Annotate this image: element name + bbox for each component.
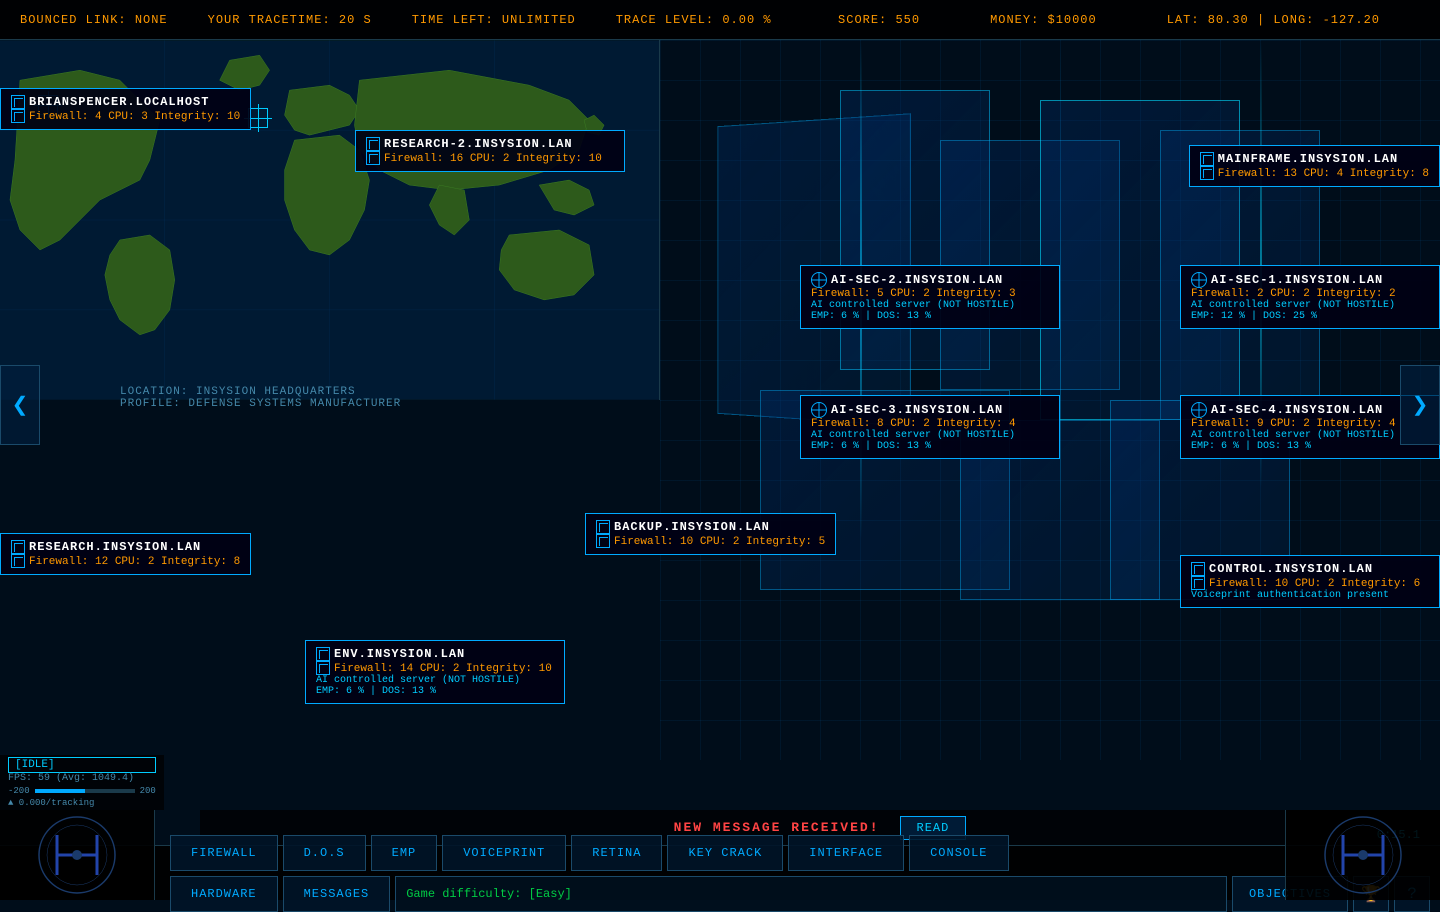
emp-button[interactable]: EMP	[371, 835, 438, 871]
node-control[interactable]: CONTROL.INSYSION.LAN Firewall: 10 CPU: 2…	[1180, 555, 1440, 608]
node-brianspencer[interactable]: BRIANSPENCER.LOCALHOST Firewall: 4 CPU: …	[0, 88, 251, 130]
node-aisec2[interactable]: AI-SEC-2.INSYSION.LAN Firewall: 5 CPU: 2…	[800, 265, 1060, 329]
node-mainframe[interactable]: MAINFRAME.INSYSION.LAN Firewall: 13 CPU:…	[1189, 145, 1440, 187]
fps-display: [IDLE] FPS: 59 (Avg: 1049.4) -200 200 ▲ …	[0, 755, 164, 810]
coordinates: Lat: 80.30 | Long: -127.20	[1167, 13, 1380, 27]
node-aisec1[interactable]: AI-SEC-1.INSYSION.LAN Firewall: 2 CPU: 2…	[1180, 265, 1440, 329]
game-difficulty-text: Game difficulty: [Easy]	[406, 887, 572, 901]
console-button[interactable]: CONSOLE	[909, 835, 1008, 871]
new-message-text: New message received!	[674, 820, 880, 835]
key-crack-button[interactable]: KEY CRACK	[667, 835, 783, 871]
firewall-button[interactable]: FIREWALL	[170, 835, 278, 871]
time-left: Time Left: Unlimited	[412, 13, 576, 27]
node-research[interactable]: RESEARCH.INSYSION.LAN Firewall: 12 CPU: …	[0, 533, 251, 575]
toolbar: FIREWALL D.O.S EMP VOICEPRINT RETINA KEY…	[0, 845, 1440, 900]
node-aisec3[interactable]: AI-SEC-3.INSYSION.LAN Firewall: 8 CPU: 2…	[800, 395, 1060, 459]
left-logo	[0, 810, 155, 900]
messages-button[interactable]: MESSAGES	[283, 876, 391, 912]
nav-left-arrow[interactable]: ❮	[0, 365, 40, 445]
trace-level: Trace Level: 0.00 %	[616, 13, 772, 27]
right-logo	[1285, 810, 1440, 900]
game-difficulty-display: Game difficulty: [Easy]	[395, 876, 1227, 912]
node-env[interactable]: ENV.INSYSION.LAN Firewall: 14 CPU: 2 Int…	[305, 640, 565, 704]
voiceprint-button[interactable]: VOICEPRINT	[442, 835, 566, 871]
main-area: ❮ ❯ BRIANSPENCER.LOCALHOST Firewall: 4 C…	[0, 40, 1440, 770]
hardware-button[interactable]: HARDWARE	[170, 876, 278, 912]
location-info: Location: Insysion Headquarters Profile:…	[120, 386, 401, 410]
top-hud: Bounced Link: None Your Tracetime: 20 s …	[0, 0, 1440, 40]
bounced-link: Bounced Link: None	[20, 13, 168, 27]
score: Score: 550	[838, 13, 920, 27]
interface-button[interactable]: INTERFACE	[788, 835, 904, 871]
nav-right-arrow[interactable]: ❯	[1400, 365, 1440, 445]
tracetime: Your Tracetime: 20 s	[208, 13, 372, 27]
node-research2[interactable]: RESEARCH-2.INSYSION.LAN Firewall: 16 CPU…	[355, 130, 625, 172]
retina-button[interactable]: RETINA	[571, 835, 662, 871]
node-backup[interactable]: BACKUP.INSYSION.LAN Firewall: 10 CPU: 2 …	[585, 513, 836, 555]
money: Money: $10000	[990, 13, 1097, 27]
dos-button[interactable]: D.O.S	[283, 835, 366, 871]
